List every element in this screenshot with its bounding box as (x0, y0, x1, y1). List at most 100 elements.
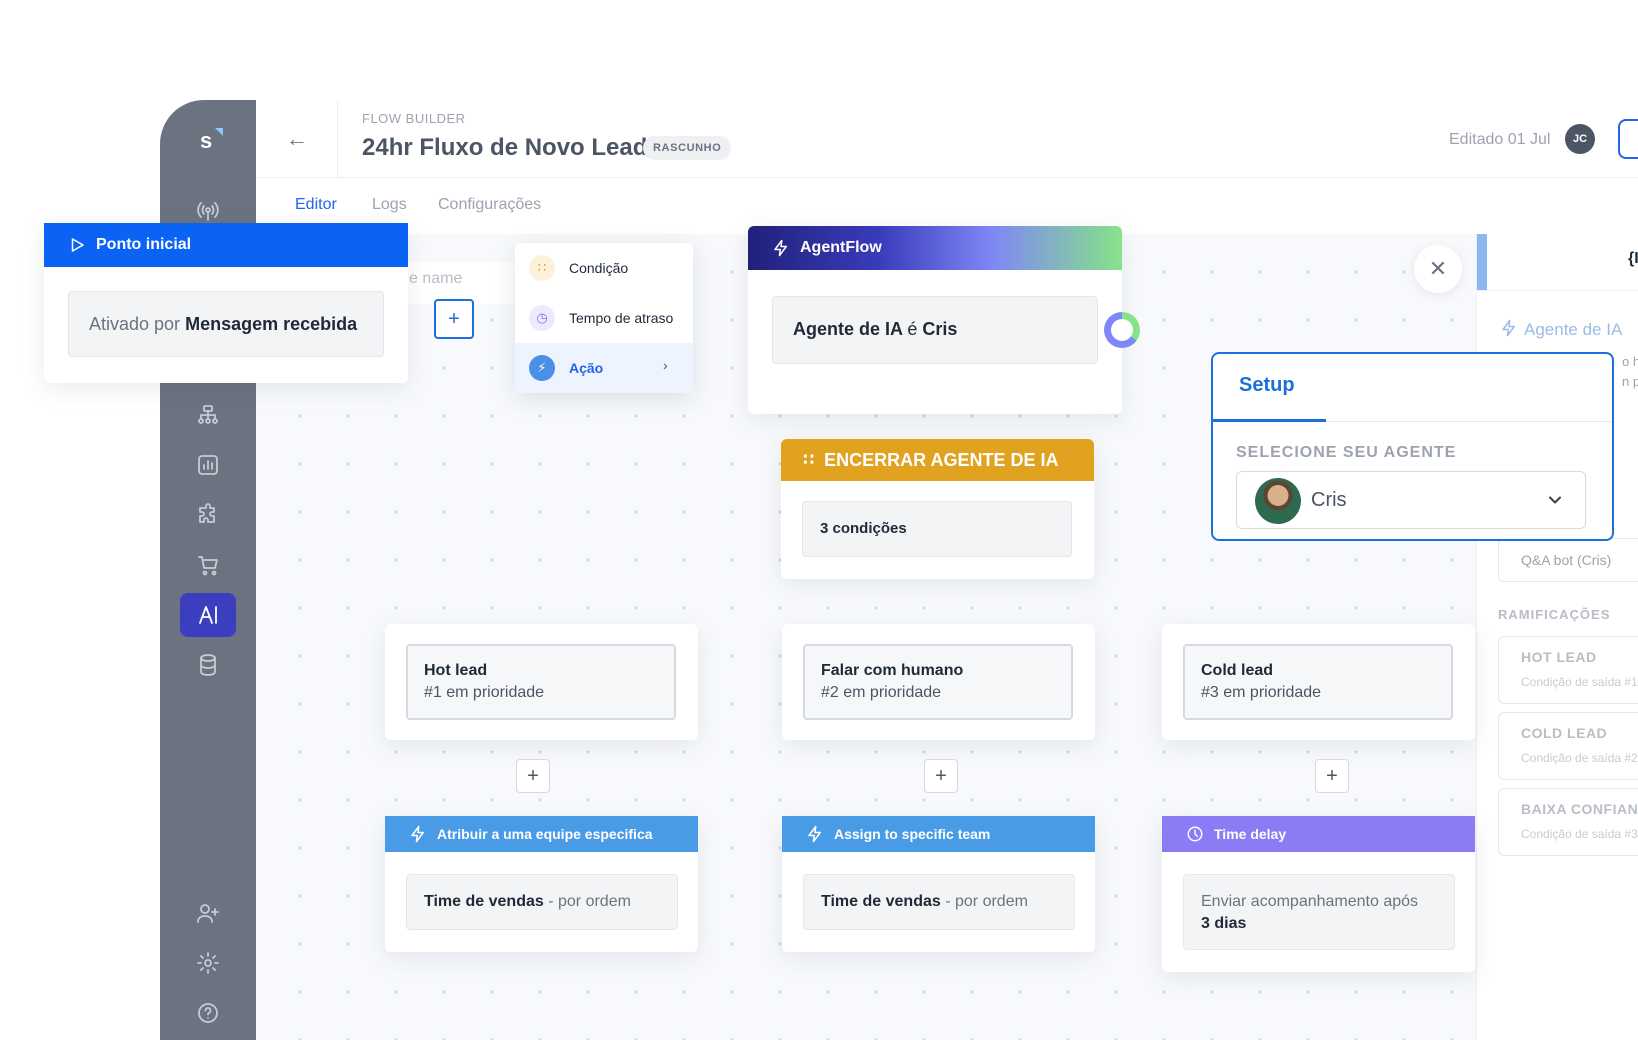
puzzle-icon[interactable] (188, 495, 228, 535)
menu-item-label: Tempo de atraso (569, 310, 674, 326)
panel-branch-cold-lead[interactable]: COLD LEAD Condição de saída #2 (1498, 712, 1638, 780)
avatar (1255, 478, 1301, 524)
end-conditions-box[interactable]: 3 condições (802, 501, 1072, 557)
action-card-time-delay[interactable]: Time delay Enviar acompanhamento após 3 … (1162, 816, 1475, 972)
action-body-bold: Time de vendas (821, 893, 941, 910)
branch-box[interactable]: Hot lead #1 em prioridade (406, 644, 676, 720)
branch-icon: ∷ (529, 255, 555, 281)
agent-assignment-box[interactable]: Agente de IA é Cris (772, 296, 1098, 364)
agent-label: Agente de IA (793, 319, 903, 339)
header-divider (337, 100, 338, 178)
help-icon[interactable] (188, 993, 228, 1033)
select-agent-label: SELECIONE SEU AGENTE (1236, 444, 1457, 461)
gear-icon[interactable] (188, 943, 228, 983)
panel-scroll-indicator[interactable] (1477, 234, 1487, 290)
branch-card-falar-com-humano[interactable]: Falar com humano #2 em prioridade (782, 624, 1095, 740)
tab-setup[interactable]: Setup (1239, 374, 1295, 397)
delay-description: Enviar acompanhamento após (1201, 893, 1419, 910)
branch-title: Falar com humano (821, 662, 964, 679)
ai-icon[interactable] (180, 593, 236, 637)
agent-select[interactable]: Cris (1236, 471, 1586, 529)
start-node-card[interactable]: Ponto inicial Ativado por Mensagem receb… (44, 223, 408, 383)
action-header: Time delay (1162, 816, 1475, 852)
database-icon[interactable] (188, 645, 228, 685)
logo-mark (215, 128, 223, 136)
branch-box[interactable]: Cold lead #3 em prioridade (1183, 644, 1453, 720)
agent-select-value: Cris (1311, 489, 1347, 511)
action-body-box[interactable]: Time de vendas - por ordem (406, 874, 678, 930)
agentflow-node-card[interactable]: AgentFlow Agente de IA é Cris (748, 226, 1122, 414)
branches-section-title: RAMIFICAÇÕES (1498, 607, 1611, 622)
panel-branch-title: COLD LEAD (1521, 725, 1608, 741)
chart-icon[interactable] (188, 445, 228, 485)
menu-item-tempo-de-atraso[interactable]: ◷ Tempo de atraso (515, 293, 693, 343)
bot-select[interactable]: Q&A bot (Cris) (1498, 538, 1638, 582)
panel-divider (1477, 290, 1638, 291)
branch-card-cold-lead[interactable]: Cold lead #3 em prioridade (1162, 624, 1475, 740)
panel-branch-subtitle: Condição de saída #3 (1521, 827, 1638, 841)
panel-agent-label: Agente de IA (1524, 320, 1623, 339)
flow-name-placeholder: e name (409, 270, 463, 287)
agent-assignment-text: Agente de IA é Cris (793, 319, 957, 340)
panel-desc-fragment: n p (1622, 374, 1638, 389)
page-title: 24hr Fluxo de Novo Lead (362, 134, 648, 161)
setup-panel: Setup SELECIONE SEU AGENTE Cris (1211, 352, 1614, 541)
branch-title: Hot lead (424, 662, 488, 679)
add-user-icon[interactable] (188, 893, 228, 933)
back-arrow-icon[interactable]: ← (286, 126, 308, 152)
header-action-button[interactable] (1618, 119, 1638, 159)
tab-editor[interactable]: Editor (295, 196, 337, 214)
clock-icon (1187, 826, 1203, 842)
panel-branch-title: BAIXA CONFIANÇ (1521, 801, 1638, 817)
delay-duration: 3 dias (1201, 915, 1247, 932)
panel-branch-low-confidence[interactable]: BAIXA CONFIANÇ Condição de saída #3 (1498, 788, 1638, 856)
action-card-assign-team-2[interactable]: Assign to specific team Time de vendas -… (782, 816, 1095, 952)
end-agent-title: ENCERRAR AGENTE DE IA (824, 449, 1059, 470)
lightning-icon (774, 239, 787, 257)
add-step-button[interactable]: + (516, 759, 550, 793)
logo: s (200, 128, 213, 153)
status-badge: RASCUNHO (643, 136, 732, 160)
add-node-button[interactable]: + (434, 299, 474, 339)
action-body-rest: - por ordem (548, 893, 631, 910)
add-step-menu: ∷ Condição ◷ Tempo de atraso ⚡ Ação › (515, 243, 693, 393)
trigger-value: Mensagem recebida (185, 314, 358, 334)
action-header: Assign to specific team (782, 816, 1095, 852)
close-icon[interactable]: ✕ (1414, 245, 1462, 293)
chevron-down-icon (1549, 496, 1561, 504)
tab-logs[interactable]: Logs (372, 196, 407, 214)
breadcrumb: FLOW BUILDER (362, 111, 466, 126)
action-body-bold: Time de vendas (424, 893, 544, 910)
clock-icon: ◷ (529, 305, 555, 331)
connector-handle[interactable] (1104, 312, 1140, 348)
end-agent-node-card[interactable]: ∷ ENCERRAR AGENTE DE IA 3 condições (781, 439, 1094, 579)
menu-item-condicao[interactable]: ∷ Condição (515, 243, 693, 293)
action-body-rest: - por ordem (945, 893, 1028, 910)
action-header: Atribuir a uma equipe especifica (385, 816, 698, 852)
end-agent-header: ∷ ENCERRAR AGENTE DE IA (781, 439, 1094, 481)
cart-icon[interactable] (188, 545, 228, 585)
branch-subtitle: #2 em prioridade (821, 684, 942, 701)
menu-item-acao[interactable]: ⚡ Ação › (515, 343, 693, 393)
trigger-text: Ativado por Mensagem recebida (89, 314, 357, 335)
panel-branch-hot-lead[interactable]: HOT LEAD Condição de saída #1 (1498, 636, 1638, 704)
play-icon (71, 238, 84, 252)
add-step-button[interactable]: + (1315, 759, 1349, 793)
panel-desc-fragment: o h (1622, 354, 1638, 369)
action-title: Atribuir a uma equipe especifica (437, 826, 653, 842)
action-body-box[interactable]: Enviar acompanhamento após 3 dias (1183, 874, 1455, 950)
branch-box[interactable]: Falar com humano #2 em prioridade (803, 644, 1073, 720)
branch-card-hot-lead[interactable]: Hot lead #1 em prioridade (385, 624, 698, 740)
branch-subtitle: #3 em prioridade (1201, 684, 1322, 701)
action-body-text: Time de vendas - por ordem (424, 893, 631, 911)
tab-underline (1213, 419, 1326, 422)
add-step-button[interactable]: + (924, 759, 958, 793)
action-body-box[interactable]: Time de vendas - por ordem (803, 874, 1075, 930)
lightning-icon: ⚡ (529, 355, 555, 381)
action-card-assign-team-1[interactable]: Atribuir a uma equipe especifica Time de… (385, 816, 698, 952)
tab-configuracoes[interactable]: Configurações (438, 196, 541, 214)
branch-icon: ∷ (803, 452, 815, 469)
flow-tree-icon[interactable] (188, 395, 228, 435)
avatar[interactable]: JC (1565, 124, 1595, 154)
start-trigger-box[interactable]: Ativado por Mensagem recebida (68, 291, 384, 357)
